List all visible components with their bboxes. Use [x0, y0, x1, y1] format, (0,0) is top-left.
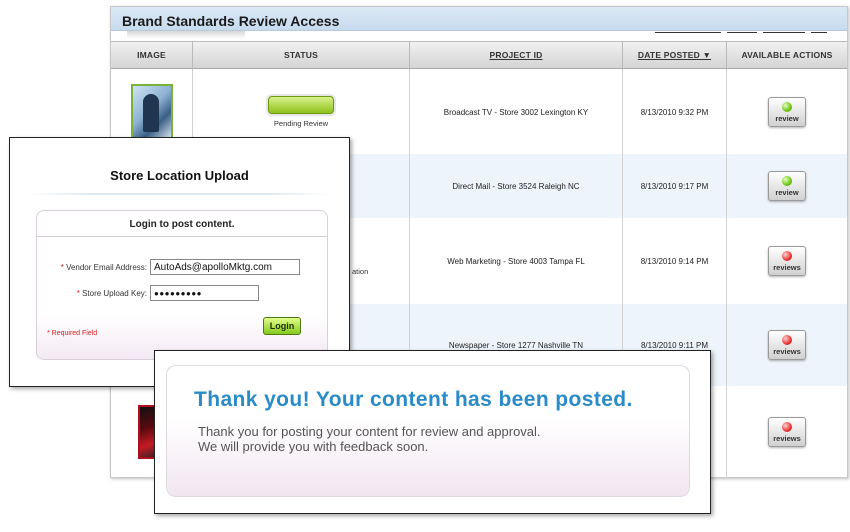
actions-cell: reviews	[727, 304, 847, 386]
email-row: * Vendor Email Address:	[37, 259, 300, 275]
required-marker: *	[76, 288, 80, 298]
reviews-button[interactable]: reviews	[768, 330, 806, 360]
review-button-label: review	[775, 113, 799, 123]
actions-cell: reviews	[727, 218, 847, 304]
email-label: * Vendor Email Address:	[37, 263, 147, 272]
red-status-icon	[782, 421, 792, 432]
status-label: Pending Review	[273, 119, 329, 128]
column-header-status: STATUS	[193, 42, 410, 70]
upload-key-label: * Store Upload Key:	[37, 289, 147, 298]
reviews-button-label: reviews	[773, 262, 801, 272]
project-id-cell: Web Marketing - Store 4003 Tampa FL	[410, 218, 623, 304]
header-link-4[interactable]	[811, 32, 827, 33]
login-heading: Login to post content.	[37, 211, 327, 237]
confirmation-line-2: We will provide you with feedback soon.	[198, 439, 429, 454]
column-header-date-posted[interactable]: DATE POSTED ▼	[623, 42, 727, 70]
confirmation-line-1: Thank you for posting your content for r…	[198, 424, 541, 439]
email-label-text: Vendor Email Address:	[66, 262, 147, 272]
required-field-note: * Required Field	[47, 330, 98, 337]
green-status-icon	[782, 175, 792, 186]
actions-cell: reviews	[727, 386, 847, 478]
reviews-button-label: reviews	[773, 433, 801, 443]
actions-cell: review	[727, 70, 847, 154]
status-text-fragment: ation	[352, 267, 369, 276]
date-cell: 8/13/2010 9:32 PM	[623, 70, 727, 154]
header-link-3[interactable]	[763, 32, 805, 33]
project-id-cell: Broadcast TV - Store 3002 Lexington KY	[410, 70, 623, 154]
login-form: Login to post content. * Vendor Email Ad…	[36, 210, 328, 360]
red-status-icon	[782, 334, 792, 345]
column-header-image: IMAGE	[111, 42, 193, 70]
table-header-row: IMAGE STATUS PROJECT ID DATE POSTED ▼ AV…	[111, 41, 847, 70]
reviews-button[interactable]: reviews	[768, 246, 806, 276]
review-button[interactable]: review	[768, 171, 806, 201]
confirmation-message: Thank you for posting your content for r…	[198, 424, 541, 454]
confirmation-dialog: Thank you! Your content has been posted.…	[154, 350, 711, 514]
title-tab-decoration	[127, 31, 245, 39]
reviews-button[interactable]: reviews	[768, 417, 806, 447]
reviews-button-label: reviews	[773, 346, 801, 356]
header-link-2[interactable]	[727, 32, 757, 33]
upload-key-row: * Store Upload Key:	[37, 285, 259, 301]
required-marker: *	[60, 262, 64, 272]
column-header-project-id[interactable]: PROJECT ID	[410, 42, 623, 70]
confirmation-card: Thank you! Your content has been posted.…	[166, 365, 690, 497]
email-field[interactable]	[150, 259, 300, 275]
upload-key-label-text: Store Upload Key:	[82, 288, 147, 298]
upload-key-field[interactable]	[150, 285, 259, 301]
date-cell: 8/13/2010 9:14 PM	[623, 218, 727, 304]
project-id-cell: Direct Mail - Store 3524 Raleigh NC	[410, 154, 623, 218]
review-button-label: review	[775, 187, 799, 197]
login-dialog-title: Store Location Upload	[110, 168, 249, 183]
status-pending-button[interactable]	[268, 96, 334, 114]
screenshot-stage: Brand Standards Review Access IMAGE STAT…	[0, 0, 850, 532]
actions-cell: review	[727, 154, 847, 218]
title-divider	[30, 193, 329, 195]
date-cell: 8/13/2010 9:17 PM	[623, 154, 727, 218]
thumbnail-image[interactable]	[130, 84, 173, 140]
header-links	[655, 32, 827, 33]
review-title: Brand Standards Review Access	[111, 7, 847, 31]
green-status-icon	[782, 101, 792, 112]
column-header-actions: AVAILABLE ACTIONS	[741, 50, 833, 60]
header-link-1[interactable]	[655, 32, 721, 33]
review-button[interactable]: review	[768, 97, 806, 127]
login-button[interactable]: Login	[263, 317, 301, 335]
red-status-icon	[782, 250, 792, 261]
confirmation-headline: Thank you! Your content has been posted.	[194, 388, 633, 411]
